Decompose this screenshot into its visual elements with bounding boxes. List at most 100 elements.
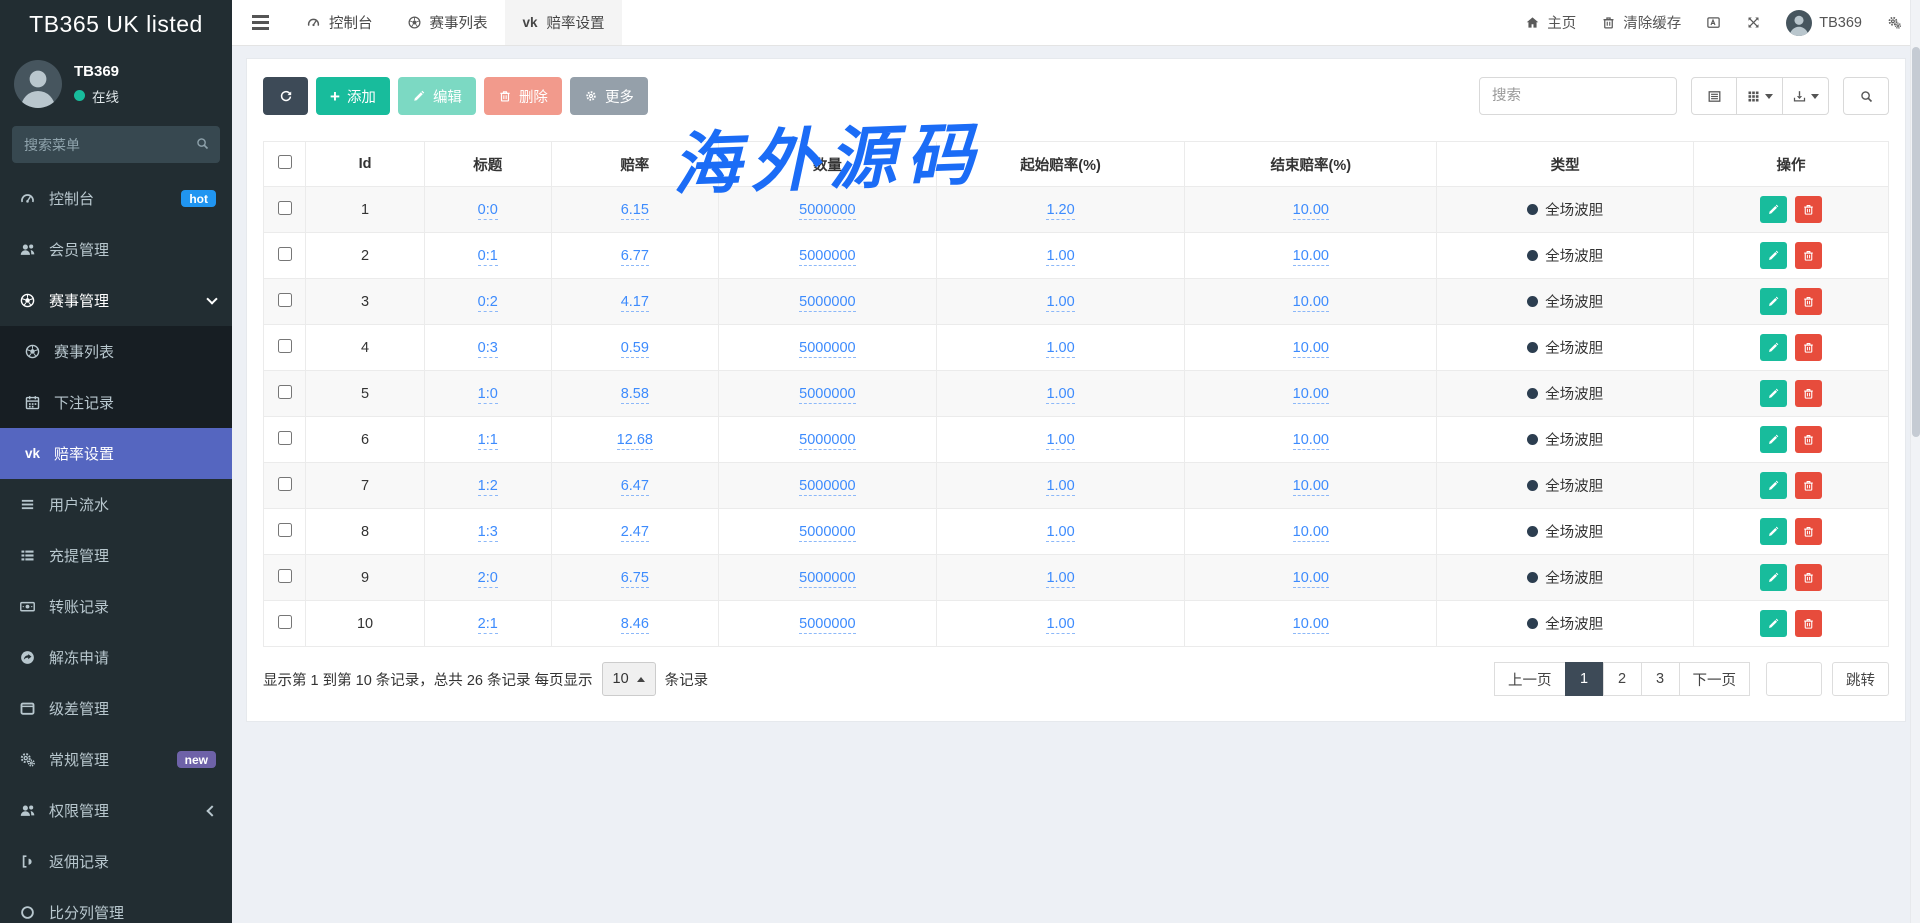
jump-button[interactable]: 跳转 [1832,662,1889,696]
cell-qty-link[interactable]: 5000000 [799,202,855,220]
sidebar-item-match-management[interactable]: 赛事管理 [0,275,232,326]
cell-qty-link[interactable]: 5000000 [799,616,855,634]
row-checkbox[interactable] [278,615,292,629]
cell-end-link[interactable]: 10.00 [1293,340,1329,358]
row-delete-button[interactable] [1795,564,1822,591]
cell-title-link[interactable]: 0:1 [478,248,498,266]
cell-start-link[interactable]: 1.00 [1046,386,1074,404]
row-checkbox[interactable] [278,523,292,537]
sidebar-item-match-list[interactable]: 赛事列表 [0,326,232,377]
cell-title-link[interactable]: 2:0 [478,570,498,588]
hamburger-menu-icon[interactable] [232,0,289,45]
tab-odds-settings[interactable]: vk 赔率设置 [505,0,622,45]
table-search-input[interactable] [1479,77,1677,115]
cell-start-link[interactable]: 1.00 [1046,524,1074,542]
row-delete-button[interactable] [1795,426,1822,453]
menu-search-input[interactable] [12,126,220,163]
language-button[interactable] [1706,15,1721,30]
row-edit-button[interactable] [1760,334,1787,361]
row-edit-button[interactable] [1760,610,1787,637]
row-delete-button[interactable] [1795,288,1822,315]
jump-page-input[interactable] [1766,662,1822,696]
row-edit-button[interactable] [1760,564,1787,591]
page-size-select[interactable]: 10 [602,662,656,696]
row-delete-button[interactable] [1795,610,1822,637]
row-delete-button[interactable] [1795,334,1822,361]
cell-start-link[interactable]: 1.00 [1046,478,1074,496]
sidebar-item-rebate-records[interactable]: 返佣记录 [0,836,232,887]
delete-button[interactable]: 删除 [484,77,562,115]
fullscreen-button[interactable] [1746,15,1761,30]
columns-button[interactable] [1737,77,1783,115]
row-edit-button[interactable] [1760,518,1787,545]
cell-qty-link[interactable]: 5000000 [799,524,855,542]
row-checkbox[interactable] [278,477,292,491]
tab-console[interactable]: 控制台 [289,0,390,45]
cell-start-link[interactable]: 1.00 [1046,570,1074,588]
tab-match-list[interactable]: 赛事列表 [390,0,505,45]
sidebar-item-odds-settings[interactable]: vk 赔率设置 [0,428,232,479]
sidebar-item-members[interactable]: 会员管理 [0,224,232,275]
cell-end-link[interactable]: 10.00 [1293,294,1329,312]
cell-qty-link[interactable]: 5000000 [799,340,855,358]
cell-odds-link[interactable]: 12.68 [617,432,653,450]
cell-odds-link[interactable]: 0.59 [621,340,649,358]
row-edit-button[interactable] [1760,196,1787,223]
sidebar-item-unfreeze-requests[interactable]: 解冻申请 [0,632,232,683]
row-checkbox[interactable] [278,201,292,215]
row-edit-button[interactable] [1760,242,1787,269]
cell-odds-link[interactable]: 2.47 [621,524,649,542]
cell-qty-link[interactable]: 5000000 [799,294,855,312]
row-checkbox[interactable] [278,431,292,445]
detail-view-button[interactable] [1691,77,1737,115]
row-checkbox[interactable] [278,247,292,261]
search-button[interactable] [1843,77,1889,115]
row-delete-button[interactable] [1795,472,1822,499]
cell-odds-link[interactable]: 4.17 [621,294,649,312]
row-edit-button[interactable] [1760,472,1787,499]
row-checkbox[interactable] [278,339,292,353]
select-all-checkbox[interactable] [278,155,292,169]
sidebar-item-transfer-records[interactable]: 转账记录 [0,581,232,632]
cell-title-link[interactable]: 1:3 [478,524,498,542]
cell-title-link[interactable]: 0:0 [478,202,498,220]
sidebar-item-console[interactable]: 控制台 hot [0,173,232,224]
cell-qty-link[interactable]: 5000000 [799,386,855,404]
cell-start-link[interactable]: 1.00 [1046,248,1074,266]
cell-odds-link[interactable]: 6.77 [621,248,649,266]
page-button-1[interactable]: 1 [1565,662,1604,696]
user-menu[interactable]: TB369 [1786,10,1862,36]
cell-end-link[interactable]: 10.00 [1293,524,1329,542]
next-page-button[interactable]: 下一页 [1679,662,1751,696]
cell-start-link[interactable]: 1.20 [1046,202,1074,220]
cell-title-link[interactable]: 1:1 [478,432,498,450]
row-delete-button[interactable] [1795,196,1822,223]
row-delete-button[interactable] [1795,518,1822,545]
row-checkbox[interactable] [278,569,292,583]
cell-odds-link[interactable]: 6.75 [621,570,649,588]
cell-odds-link[interactable]: 6.15 [621,202,649,220]
settings-button[interactable] [1887,15,1902,30]
cell-title-link[interactable]: 1:2 [478,478,498,496]
sidebar-item-deposit-withdraw[interactable]: 充提管理 [0,530,232,581]
row-delete-button[interactable] [1795,380,1822,407]
scrollbar-thumb[interactable] [1912,47,1920,437]
cell-title-link[interactable]: 1:0 [478,386,498,404]
cell-qty-link[interactable]: 5000000 [799,248,855,266]
cell-odds-link[interactable]: 6.47 [621,478,649,496]
cell-title-link[interactable]: 0:2 [478,294,498,312]
cell-start-link[interactable]: 1.00 [1046,616,1074,634]
sidebar-item-permissions[interactable]: 权限管理 [0,785,232,836]
sidebar-item-general-management[interactable]: 常规管理 new [0,734,232,785]
sidebar-item-bet-records[interactable]: 下注记录 [0,377,232,428]
sidebar-item-level-management[interactable]: 级差管理 [0,683,232,734]
prev-page-button[interactable]: 上一页 [1494,662,1566,696]
search-icon[interactable] [195,136,210,151]
row-edit-button[interactable] [1760,288,1787,315]
cell-title-link[interactable]: 0:3 [478,340,498,358]
cell-qty-link[interactable]: 5000000 [799,478,855,496]
row-checkbox[interactable] [278,385,292,399]
cell-odds-link[interactable]: 8.46 [621,616,649,634]
row-delete-button[interactable] [1795,242,1822,269]
cell-start-link[interactable]: 1.00 [1046,294,1074,312]
